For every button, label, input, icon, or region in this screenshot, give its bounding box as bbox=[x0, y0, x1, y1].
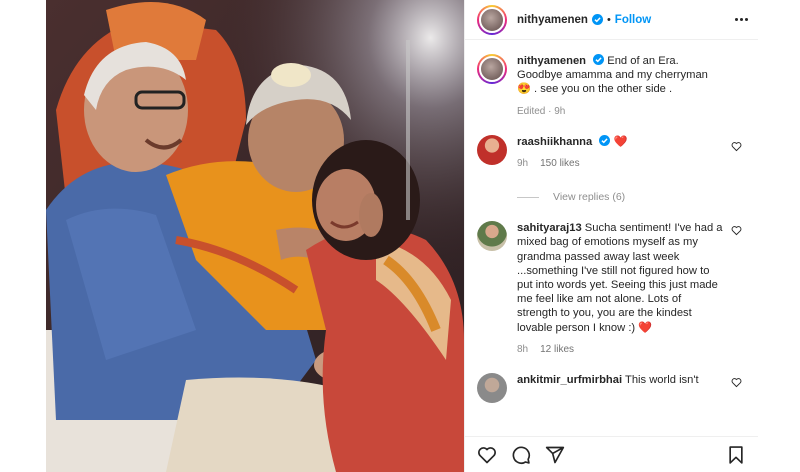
comment-icon[interactable] bbox=[511, 445, 531, 465]
comment-like-icon[interactable] bbox=[731, 377, 742, 388]
commenter-avatar[interactable] bbox=[477, 221, 507, 252]
follow-button[interactable]: Follow bbox=[615, 14, 651, 26]
post-side-panel: nithyamenen • Follow nithyamenen End of … bbox=[464, 0, 758, 472]
bookmark-icon[interactable] bbox=[726, 445, 746, 465]
post-photo[interactable] bbox=[46, 0, 464, 472]
caption-text-after: . see you on the other side . bbox=[530, 83, 673, 96]
heart-icon[interactable] bbox=[477, 445, 497, 465]
comment-like-icon[interactable] bbox=[731, 141, 742, 152]
more-options-icon[interactable] bbox=[735, 18, 748, 21]
comment-likes[interactable]: 150 likes bbox=[540, 158, 579, 169]
caption-username[interactable]: nithyamenen bbox=[517, 55, 586, 67]
comments-list[interactable]: nithyamenen End of an Era. Goodbye amamm… bbox=[465, 40, 758, 436]
caption: nithyamenen End of an Era. Goodbye amamm… bbox=[477, 54, 746, 119]
caption-meta: Edited · 9h bbox=[517, 105, 566, 117]
comment-username[interactable]: ankitmir_urfmirbhai bbox=[517, 374, 622, 386]
comment-like-icon[interactable] bbox=[731, 225, 742, 236]
author-username[interactable]: nithyamenen bbox=[517, 14, 588, 26]
comment-text: This world isn't bbox=[624, 374, 699, 387]
comment-likes[interactable]: 12 likes bbox=[540, 344, 574, 355]
view-replies-label: View replies (6) bbox=[553, 191, 626, 204]
verified-badge-icon bbox=[599, 134, 611, 146]
comment-time: 9h bbox=[517, 158, 529, 170]
comment-username[interactable]: sahityaraj13 bbox=[517, 222, 582, 234]
comment-item: ankitmir_urfmirbhai This world isn't bbox=[477, 373, 746, 404]
author-avatar[interactable] bbox=[477, 4, 507, 35]
verified-badge-icon bbox=[591, 14, 603, 25]
commenter-avatar[interactable] bbox=[477, 134, 507, 165]
post-photo-illustration bbox=[46, 0, 464, 472]
comment-emoji: ❤️ bbox=[613, 135, 628, 148]
comment-text: Sucha sentiment! I've had a mixed bag of… bbox=[517, 222, 723, 334]
comment-username[interactable]: raashiikhanna bbox=[517, 136, 592, 148]
caption-emoji: 😍 bbox=[517, 83, 531, 96]
view-replies-button[interactable]: View replies (6) bbox=[517, 191, 746, 203]
commenter-avatar[interactable] bbox=[477, 373, 507, 404]
post-header: nithyamenen • Follow bbox=[465, 0, 758, 40]
comment-emoji: ❤️ bbox=[638, 321, 653, 334]
comment-time: 8h bbox=[517, 343, 529, 355]
caption-avatar[interactable] bbox=[477, 54, 507, 84]
comment-item: raashiikhanna ❤️ 9h 150 likes bbox=[477, 134, 746, 171]
post-actions-bar bbox=[465, 436, 758, 472]
comment-item: sahityaraj13 Sucha sentiment! I've had a… bbox=[477, 221, 746, 357]
right-gutter bbox=[758, 0, 800, 472]
share-icon[interactable] bbox=[545, 445, 565, 465]
header-separator: • bbox=[606, 13, 611, 26]
verified-badge-icon bbox=[593, 54, 605, 65]
